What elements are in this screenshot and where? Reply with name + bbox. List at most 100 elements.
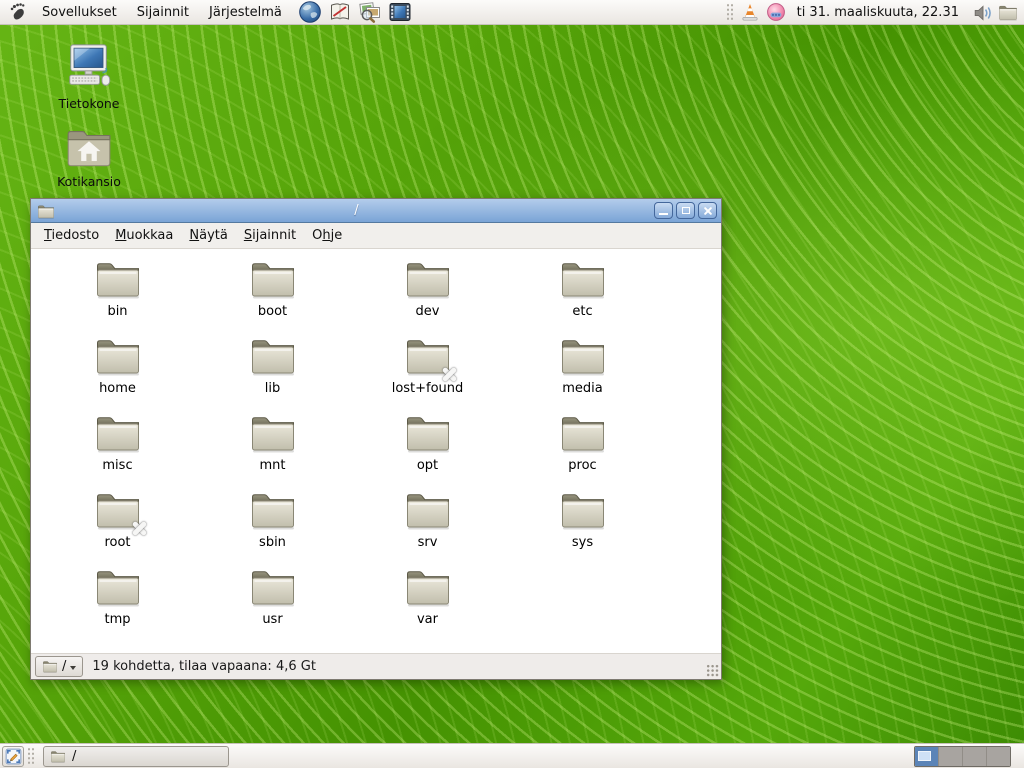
folder-item[interactable]: bin xyxy=(40,259,195,336)
folder-item[interactable]: proc xyxy=(505,413,660,490)
workspace-3[interactable] xyxy=(963,747,987,766)
workspace-2[interactable] xyxy=(939,747,963,766)
folder-item-label: lib xyxy=(265,381,280,396)
window-title: / xyxy=(59,203,654,218)
folder-icon xyxy=(94,567,142,607)
home-folder-icon xyxy=(64,124,114,170)
image-viewer-icon[interactable] xyxy=(358,0,382,24)
folder-item[interactable]: var xyxy=(350,567,505,644)
folder-item-label: tmp xyxy=(104,612,130,627)
minimize-button[interactable] xyxy=(654,202,673,219)
folder-item[interactable]: media xyxy=(505,336,660,413)
folder-item[interactable]: mnt xyxy=(195,413,350,490)
task-label: / xyxy=(72,749,76,764)
menu-muokkaa[interactable]: Muokkaa xyxy=(107,225,181,246)
folder-item[interactable]: tmp xyxy=(40,567,195,644)
mini-folder-icon xyxy=(42,660,58,673)
folder-icon xyxy=(404,490,452,530)
taskbar-drag-handle[interactable] xyxy=(27,747,35,765)
folder-item[interactable]: root xyxy=(40,490,195,567)
show-desktop-button[interactable] xyxy=(2,746,24,767)
music-player-tray-icon[interactable] xyxy=(766,2,786,22)
file-manager-applet-icon[interactable] xyxy=(998,2,1018,22)
folder-item-label: sbin xyxy=(259,535,286,550)
file-manager-window: / Tiedosto Muokkaa Näytä Sijainnit Ohje … xyxy=(30,198,722,680)
no-access-emblem-icon xyxy=(440,365,459,384)
folder-item-label: bin xyxy=(107,304,127,319)
folder-icon xyxy=(404,336,452,376)
no-access-emblem-icon xyxy=(130,519,149,538)
folder-item[interactable]: boot xyxy=(195,259,350,336)
chevron-down-icon xyxy=(70,666,76,670)
volume-icon[interactable] xyxy=(972,2,992,22)
show-desktop-icon xyxy=(5,748,22,765)
bottom-panel: / xyxy=(0,743,1024,768)
folder-item-label: boot xyxy=(258,304,287,319)
window-titlebar[interactable]: / xyxy=(31,199,721,223)
resize-grip[interactable] xyxy=(706,664,719,677)
folder-icon xyxy=(249,490,297,530)
folder-view[interactable]: bin boot dev etc home lib lost+found med… xyxy=(31,249,721,653)
icon-grid: bin boot dev etc home lib lost+found med… xyxy=(40,259,660,644)
close-button[interactable] xyxy=(698,202,717,219)
workspace-4[interactable] xyxy=(987,747,1010,766)
folder-item[interactable]: opt xyxy=(350,413,505,490)
folder-icon xyxy=(559,413,607,453)
folder-item-label: dev xyxy=(416,304,440,319)
folder-item-label: etc xyxy=(572,304,592,319)
folder-item-label: var xyxy=(417,612,438,627)
menu-sovellukset[interactable]: Sovellukset xyxy=(32,0,127,24)
folder-item-label: usr xyxy=(262,612,282,627)
web-browser-icon[interactable] xyxy=(298,0,322,24)
top-panel: Sovellukset Sijainnit Järjestelmä ti 31.… xyxy=(0,0,1024,25)
maximize-button[interactable] xyxy=(676,202,695,219)
location-label: / xyxy=(62,659,66,674)
workspace-switcher xyxy=(914,746,1011,767)
folder-item[interactable]: lib xyxy=(195,336,350,413)
desktop-icon-label: Tietokone xyxy=(58,96,119,111)
folder-icon xyxy=(559,336,607,376)
computer-icon xyxy=(62,42,116,92)
folder-item[interactable]: lost+found xyxy=(350,336,505,413)
folder-item[interactable]: misc xyxy=(40,413,195,490)
window-menubar: Tiedosto Muokkaa Näytä Sijainnit Ohje xyxy=(31,223,721,249)
tray-drag-handle[interactable] xyxy=(726,3,734,21)
menu-ohje[interactable]: Ohje xyxy=(304,225,350,246)
folder-icon xyxy=(94,259,142,299)
folder-item[interactable]: sbin xyxy=(195,490,350,567)
folder-item[interactable]: sys xyxy=(505,490,660,567)
folder-icon xyxy=(94,336,142,376)
menu-sijainnit[interactable]: Sijainnit xyxy=(127,0,199,24)
folder-icon xyxy=(559,490,607,530)
folder-item-label: mnt xyxy=(260,458,286,473)
folder-item[interactable]: dev xyxy=(350,259,505,336)
folder-item-label: opt xyxy=(417,458,438,473)
folder-icon xyxy=(249,567,297,607)
folder-icon xyxy=(404,567,452,607)
desktop-icon-computer[interactable]: Tietokone xyxy=(33,42,145,111)
desktop-icon-home[interactable]: Kotikansio xyxy=(33,124,145,189)
folder-item-label: srv xyxy=(418,535,438,550)
clock-applet[interactable]: ti 31. maaliskuuta, 22.31 xyxy=(797,5,959,20)
window-folder-icon xyxy=(37,204,55,219)
folder-item-label: root xyxy=(104,535,130,550)
folder-item-label: proc xyxy=(568,458,596,473)
workspace-1[interactable] xyxy=(915,747,939,766)
menu-sijainnit-window[interactable]: Sijainnit xyxy=(236,225,304,246)
window-statusbar: / 19 kohdetta, tilaa vapaana: 4,6 Gt xyxy=(31,653,721,679)
folder-icon xyxy=(249,259,297,299)
menu-tiedosto[interactable]: Tiedosto xyxy=(36,225,107,246)
menu-jarjestelma[interactable]: Järjestelmä xyxy=(199,0,292,24)
folder-item[interactable]: srv xyxy=(350,490,505,567)
movie-player-icon[interactable] xyxy=(388,0,412,24)
dictionary-icon[interactable] xyxy=(328,0,352,24)
taskbar-window-button[interactable]: / xyxy=(43,746,229,767)
gnome-foot-icon[interactable] xyxy=(5,0,29,24)
folder-item[interactable]: usr xyxy=(195,567,350,644)
menu-nayta[interactable]: Näytä xyxy=(181,225,235,246)
desktop-icon-label: Kotikansio xyxy=(57,174,121,189)
vlc-tray-icon[interactable] xyxy=(740,2,760,22)
folder-item[interactable]: home xyxy=(40,336,195,413)
location-dropdown[interactable]: / xyxy=(35,656,83,677)
folder-item[interactable]: etc xyxy=(505,259,660,336)
